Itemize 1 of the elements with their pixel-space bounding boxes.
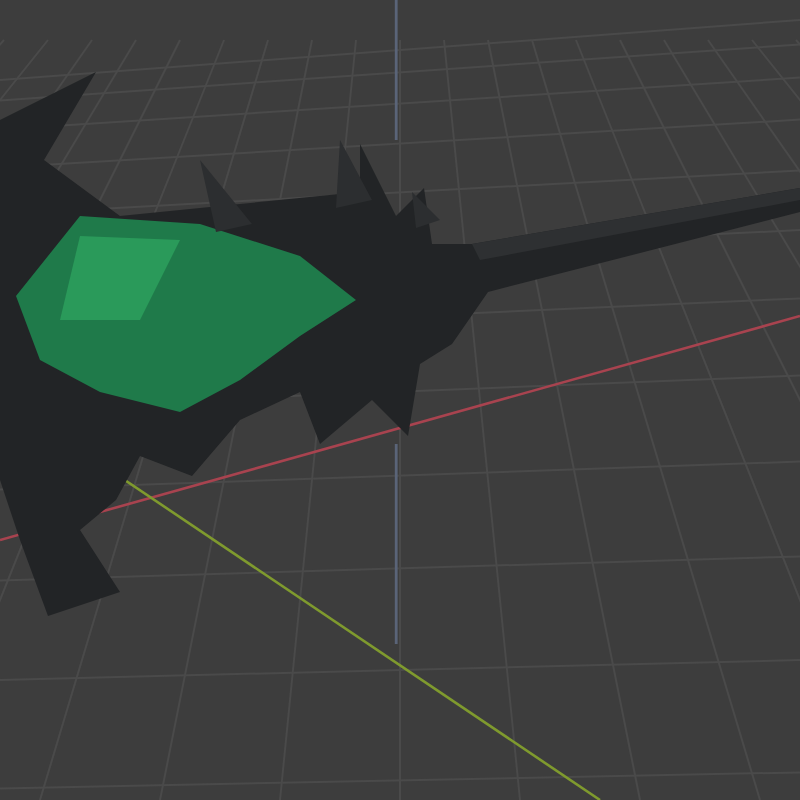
3d-viewport[interactable] [0,0,800,800]
